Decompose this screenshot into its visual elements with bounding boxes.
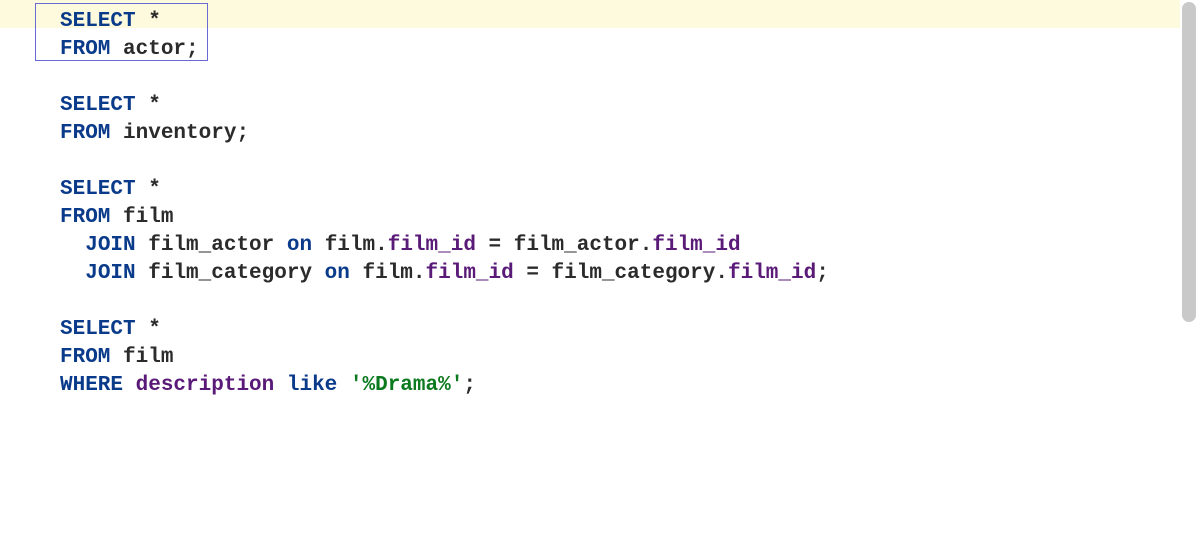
token-id: film_actor	[136, 234, 287, 257]
token-id: = film_category	[514, 262, 716, 285]
token-str: '%Drama%'	[350, 374, 463, 397]
token-id: inventory	[110, 122, 236, 145]
code-area[interactable]: SELECT *FROM actor; SELECT *FROM invento…	[60, 8, 1200, 400]
code-line[interactable]: FROM film	[60, 344, 1200, 372]
token-kw: SELECT	[60, 318, 136, 341]
code-line[interactable]: SELECT *	[60, 316, 1200, 344]
code-line[interactable]: SELECT *	[60, 8, 1200, 36]
code-line[interactable]: JOIN film_category on film.film_id = fil…	[60, 260, 1200, 288]
token-kw: JOIN	[85, 234, 135, 257]
code-line[interactable]	[60, 64, 1200, 92]
token-kw: WHERE	[60, 374, 123, 397]
token-kw: FROM	[60, 122, 110, 145]
token-id	[60, 234, 85, 257]
token-kw: FROM	[60, 346, 110, 369]
token-punc: .	[375, 234, 388, 257]
token-kw: SELECT	[60, 10, 136, 33]
token-op: *	[136, 10, 161, 33]
token-id	[123, 374, 136, 397]
token-col: film_id	[388, 234, 476, 257]
token-op: *	[136, 318, 161, 341]
code-line[interactable]: SELECT *	[60, 176, 1200, 204]
code-line[interactable]	[60, 288, 1200, 316]
token-kw: on	[287, 234, 312, 257]
token-kw: SELECT	[60, 178, 136, 201]
token-kw: SELECT	[60, 94, 136, 117]
token-col: film_id	[652, 234, 740, 257]
token-punc: ;	[816, 262, 829, 285]
token-kw: like	[287, 374, 337, 397]
code-line[interactable]: JOIN film_actor on film.film_id = film_a…	[60, 232, 1200, 260]
token-punc: ;	[236, 122, 249, 145]
token-id: = film_actor	[476, 234, 640, 257]
token-op: *	[136, 94, 161, 117]
gutter	[0, 0, 60, 540]
code-line[interactable]: SELECT *	[60, 92, 1200, 120]
token-id	[337, 374, 350, 397]
token-punc: ;	[186, 38, 199, 61]
token-id: film_category	[136, 262, 325, 285]
token-id	[60, 262, 85, 285]
code-line[interactable]: WHERE description like '%Drama%';	[60, 372, 1200, 400]
token-id: film	[110, 206, 173, 229]
token-kw: JOIN	[85, 262, 135, 285]
token-op: *	[136, 178, 161, 201]
code-line[interactable]: FROM film	[60, 204, 1200, 232]
token-punc: .	[715, 262, 728, 285]
token-col: film_id	[426, 262, 514, 285]
sql-editor[interactable]: SELECT * FROM actor; SELECT * FROM invento…	[0, 0, 1180, 540]
token-punc: ;	[463, 374, 476, 397]
code-line[interactable]	[60, 148, 1200, 176]
token-kw: FROM	[60, 206, 110, 229]
token-id: film	[312, 234, 375, 257]
token-punc: .	[413, 262, 426, 285]
token-punc: .	[640, 234, 653, 257]
token-id: film	[350, 262, 413, 285]
code-line[interactable]: FROM actor;	[60, 36, 1200, 64]
token-kw: on	[325, 262, 350, 285]
token-id: film	[110, 346, 173, 369]
token-id	[274, 374, 287, 397]
token-col: description	[136, 374, 275, 397]
token-kw: FROM	[60, 38, 110, 61]
code-line[interactable]: FROM inventory;	[60, 120, 1200, 148]
token-id: actor	[110, 38, 186, 61]
token-col: film_id	[728, 262, 816, 285]
